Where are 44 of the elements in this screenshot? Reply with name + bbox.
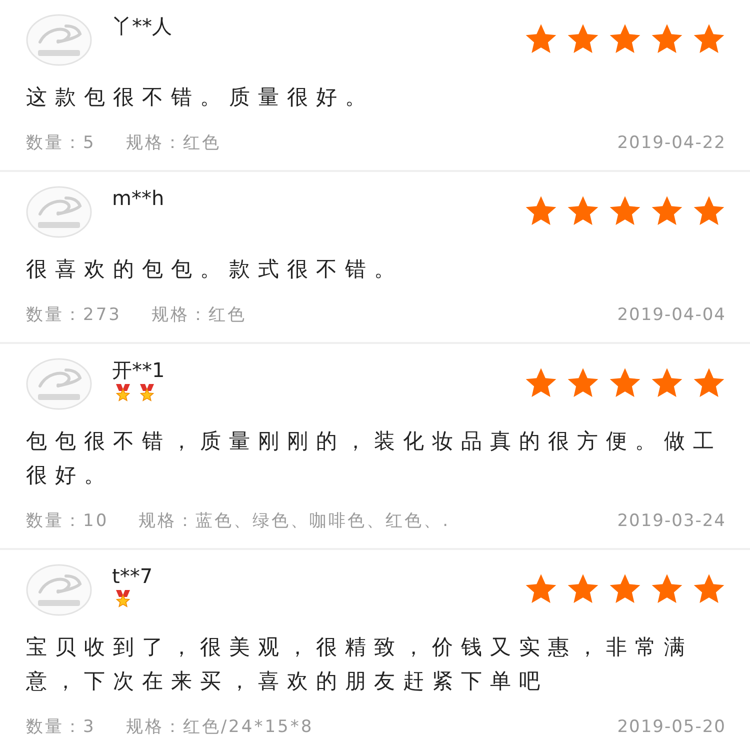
star-icon [566, 366, 600, 400]
star-icon [566, 194, 600, 228]
star-icon [566, 22, 600, 56]
avatar-icon [26, 14, 92, 66]
review-text: 这款包很不错。质量很好。 [26, 84, 375, 111]
spec-text: 规格：红色/24*15*8 [126, 716, 314, 739]
star-icon [608, 572, 642, 606]
star-icon [524, 366, 558, 400]
spec-text: 规格：红色 [151, 304, 246, 327]
star-icon [692, 194, 726, 228]
avatar-icon [26, 186, 92, 238]
star-icon [650, 366, 684, 400]
star-icon [650, 22, 684, 56]
user-name: 丫**人 [112, 14, 173, 38]
star-icon [608, 22, 642, 56]
user-name: 开**1 [112, 358, 166, 382]
spec-text: 规格：红色 [126, 132, 221, 155]
star-icon [608, 194, 642, 228]
quantity-text: 数量：10 [26, 510, 109, 533]
review-date: 2019-03-24 [617, 510, 726, 533]
star-icon [524, 22, 558, 56]
avatar-icon [26, 564, 92, 616]
star-icon [692, 572, 726, 606]
review-date: 2019-04-04 [617, 304, 726, 327]
star-icon [692, 22, 726, 56]
review-text: 宝贝收到了，很美观，很精致，价钱又实惠，非常满意，下次在来买，喜欢的朋友赶紧下单吧 [26, 634, 694, 695]
user-name: m**h [112, 186, 166, 210]
star-icon [692, 366, 726, 400]
avatar-icon [26, 358, 92, 410]
quantity-text: 数量：3 [26, 716, 96, 739]
review-date: 2019-04-22 [617, 132, 726, 155]
review-date: 2019-05-20 [617, 716, 726, 739]
spec-text: 规格：蓝色、绿色、咖啡色、红色、. [138, 510, 450, 533]
star-icon [524, 572, 558, 606]
user-name: t**7 [112, 564, 154, 588]
review-text: 很喜欢的包包。款式很不错。 [26, 256, 404, 283]
star-icon [566, 572, 600, 606]
star-icon [650, 194, 684, 228]
star-icon [650, 572, 684, 606]
quantity-text: 数量：273 [26, 304, 122, 327]
quantity-text: 数量：5 [26, 132, 96, 155]
review-text: 包包很不错，质量刚刚的，装化妆品真的很方便。做工很好。 [26, 428, 723, 489]
star-icon [524, 194, 558, 228]
star-icon [608, 366, 642, 400]
